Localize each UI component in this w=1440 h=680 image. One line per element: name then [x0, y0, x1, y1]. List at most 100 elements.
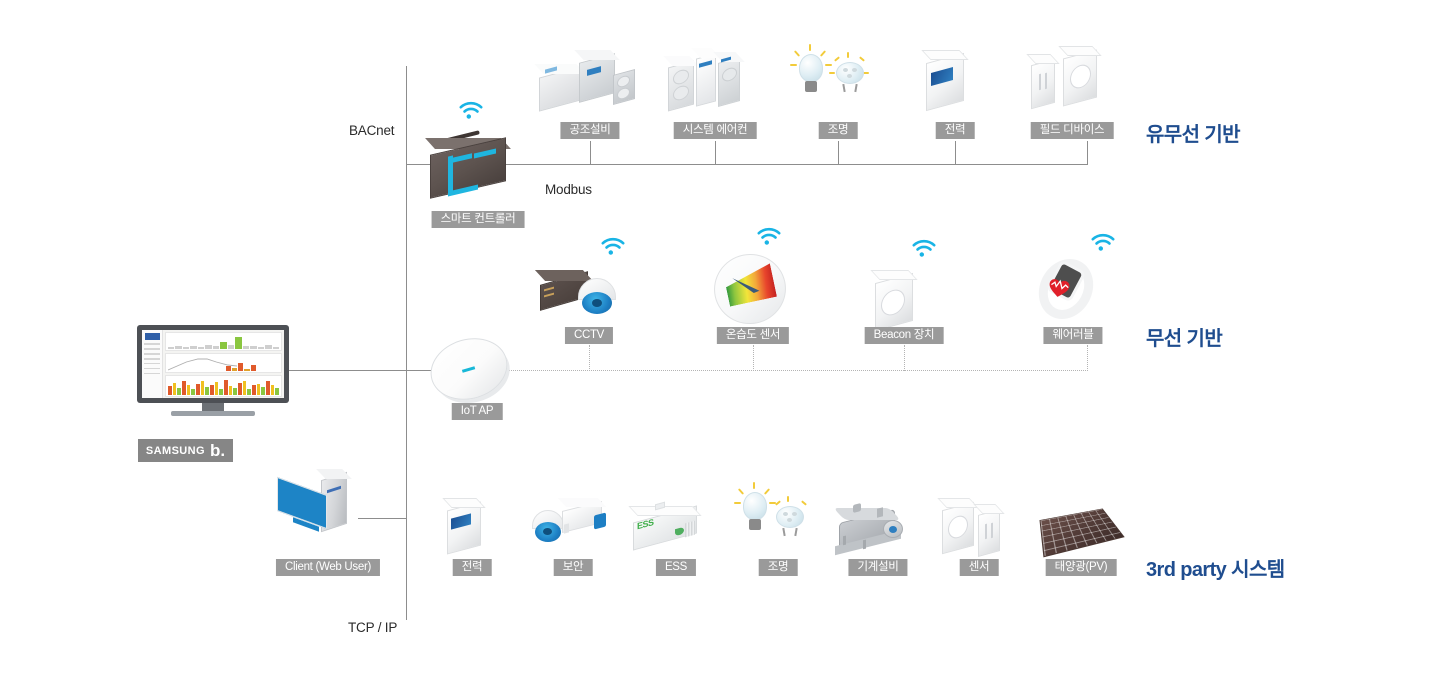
cctv-icon — [534, 237, 644, 338]
device-sensor[interactable] — [924, 478, 1034, 568]
light-ray — [834, 56, 840, 62]
wifi-icon — [757, 227, 781, 245]
smart-controller-icon — [422, 101, 532, 210]
system-air-conditioner-icon — [660, 28, 770, 118]
dashboard-logo-icon — [144, 333, 160, 340]
label-power-row1: 전력 — [935, 122, 975, 139]
dashboard-monitor — [137, 325, 289, 417]
ac-outdoor-unit-2 — [718, 57, 740, 107]
hvac-unit-left-top — [534, 64, 586, 74]
wifi-icon — [912, 239, 936, 257]
lighting-icon — [723, 470, 833, 560]
bulb-globe — [799, 54, 823, 82]
device-wearable[interactable] — [1018, 233, 1128, 334]
switch-slot — [1045, 72, 1047, 90]
label-wearable: 웨어러블 — [1043, 327, 1103, 344]
dashboard-main — [163, 330, 284, 398]
modbus-bus-line — [506, 164, 1088, 165]
monitor-bezel — [137, 325, 289, 403]
spotlight-pin — [842, 83, 846, 93]
dashboard-nav-item — [144, 362, 160, 365]
security-camera-icon — [518, 478, 628, 568]
label-beacon: Beacon 장치 — [864, 327, 944, 344]
label-cctv: CCTV — [564, 327, 614, 344]
heart-icon — [1046, 276, 1071, 300]
label-tcpip: TCP / IP — [348, 620, 398, 635]
label-sensor: 센서 — [959, 559, 999, 576]
pump-leg — [843, 535, 846, 546]
device-smart-controller[interactable] — [422, 101, 532, 210]
light-ray — [809, 44, 811, 51]
category-title-third-party: 3rd party 시스템 — [1146, 559, 1285, 581]
lighting-icon — [783, 28, 893, 118]
monitor-link-line — [289, 370, 407, 371]
dashboard-sidebar — [142, 330, 163, 398]
wifi-icon — [1091, 233, 1115, 251]
pc-tower-top-shape — [316, 469, 352, 479]
device-lighting-row1[interactable] — [783, 28, 893, 118]
light-ray — [753, 482, 755, 489]
brand-wordmark: SAMSUNG — [145, 444, 205, 457]
device-security[interactable] — [518, 478, 628, 568]
dashboard-mini-bars — [225, 362, 256, 371]
dashboard-nav-item — [144, 348, 160, 350]
device-ess[interactable]: ESS — [621, 478, 731, 568]
light-ray — [734, 502, 741, 504]
row2-riser-2 — [753, 345, 754, 371]
row1-riser-1 — [590, 141, 591, 165]
device-beacon[interactable] — [849, 239, 959, 338]
pump-inlet — [889, 526, 897, 533]
spotlight-led — [847, 74, 852, 78]
bulb-base — [749, 519, 761, 530]
device-cctv[interactable] — [534, 237, 644, 338]
device-lighting-row3[interactable] — [723, 470, 833, 560]
bullet-camera-mount — [564, 523, 569, 534]
iot-ap-icon — [422, 325, 532, 415]
label-smart-controller: 스마트 컨트롤러 — [431, 211, 525, 228]
light-ray — [829, 72, 835, 74]
bullet-camera-top — [557, 498, 607, 507]
light-ray — [819, 50, 827, 57]
light-ray — [775, 500, 781, 506]
switch-slot — [1039, 73, 1041, 91]
wifi-icon — [459, 101, 483, 119]
device-mechanical[interactable] — [823, 478, 933, 568]
bullet-camera-lens — [594, 512, 606, 530]
client-pc-icon — [273, 469, 383, 560]
light-ray — [825, 64, 832, 66]
samsung-brand-badge: SAMSUNG b. — [138, 439, 233, 462]
row2-riser-1 — [589, 345, 590, 371]
pump-pipe — [877, 507, 883, 518]
device-power-row3[interactable] — [417, 478, 527, 568]
mechanical-equipment-icon — [823, 478, 933, 568]
device-hvac[interactable] — [534, 28, 645, 118]
device-solar-pv[interactable] — [1026, 478, 1136, 568]
switch-plate-top — [1026, 54, 1060, 64]
device-iot-ap[interactable] — [422, 325, 532, 415]
label-lighting-row3: 조명 — [758, 559, 798, 576]
dashboard-nav-item — [144, 353, 160, 355]
switch-slot — [991, 522, 993, 539]
dome-iris — [543, 528, 552, 535]
ac-outdoor-unit-top — [663, 56, 699, 66]
bulb-globe — [743, 492, 767, 520]
brand-b-mark: b. — [209, 441, 226, 460]
hvac-icon — [534, 28, 645, 118]
device-client-pc[interactable] — [273, 469, 383, 560]
device-power-row1[interactable] — [900, 28, 1010, 118]
device-temp-humidity-sensor[interactable] — [698, 227, 808, 331]
pump-tank-top — [833, 508, 901, 520]
dashboard-nav-item — [144, 372, 160, 375]
label-client-web-user: Client (Web User) — [275, 559, 381, 576]
light-ray — [790, 64, 797, 66]
bulb-base — [805, 81, 817, 92]
main-trunk-line — [406, 66, 407, 620]
row2-riser-4 — [1087, 345, 1088, 371]
light-ray — [787, 496, 789, 502]
device-field-device[interactable] — [1017, 28, 1127, 118]
wifi-icon — [601, 237, 625, 255]
label-ess: ESS — [655, 559, 697, 576]
label-security: 보안 — [553, 559, 593, 576]
device-system-air-conditioner[interactable] — [660, 28, 770, 118]
dashboard-chart-card — [165, 332, 282, 351]
